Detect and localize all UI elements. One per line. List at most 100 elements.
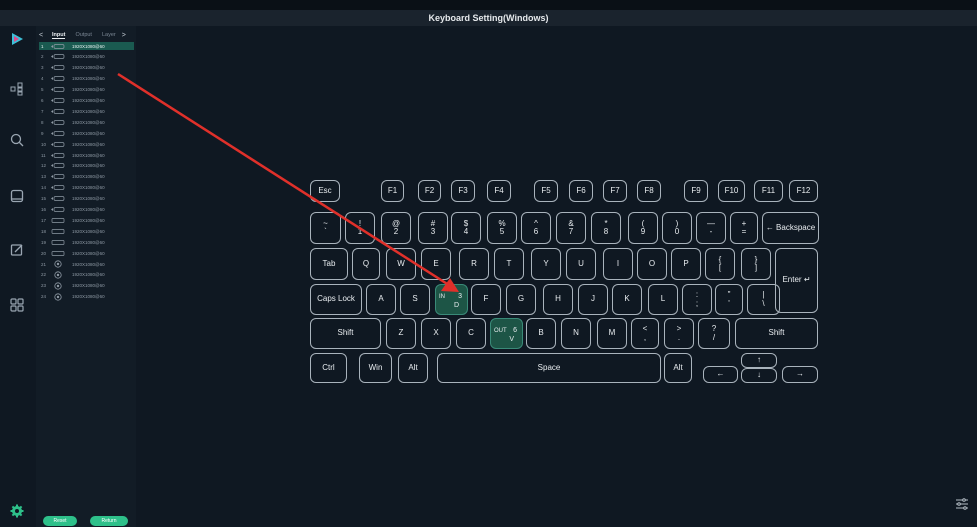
key-label: 6 [533,227,539,236]
key-t[interactable]: T [494,248,524,280]
key-f5[interactable]: F5 [534,180,558,202]
mapped-key-d[interactable]: IN 3 D [435,284,468,315]
key-f1[interactable]: F1 [381,180,404,202]
key-label: 4 [463,227,469,236]
key-g[interactable]: G [506,284,536,315]
key-tag: IN [439,294,445,300]
key-k[interactable]: K [612,284,642,315]
key-sym[interactable]: | \ [747,284,780,315]
key-label: / [712,332,716,342]
key-1[interactable]: ! 1 [345,212,375,244]
key-sym[interactable]: }] [741,248,771,280]
key-sym[interactable]: >. [664,318,694,349]
key-letter: D [453,301,459,309]
key-esc[interactable]: Esc [310,180,340,202]
key-shift[interactable]: Shift [310,318,381,349]
key-f12[interactable]: F12 [789,180,818,202]
key-label: 3 [430,227,436,236]
key-label: ; [695,298,699,308]
key-c[interactable]: C [456,318,486,349]
keyboard: Esc F1 F2 F3 F4 F5 F6 F7 F8 F9 F10 F11 F12 ~ `! 1 @2 #3 $4… [0,0,977,527]
key-h[interactable]: H [543,284,573,315]
key-num: 6 [513,327,517,334]
key-7[interactable]: & 7 [556,212,586,244]
key-f10[interactable]: F10 [718,180,745,202]
key-sym[interactable]: ↑ [741,353,777,368]
key-x[interactable]: X [421,318,451,349]
key-2[interactable]: @2 [381,212,411,244]
key-f9[interactable]: F9 [684,180,708,202]
key-alt[interactable]: Alt [664,353,692,383]
key-sym[interactable]: :; [682,284,712,315]
key-label: ] [754,263,758,272]
key-label: 1 [357,227,363,236]
key-j[interactable]: J [578,284,608,315]
key-label: 5 [499,227,505,236]
key-f4[interactable]: F4 [487,180,511,202]
key-q[interactable]: Q [352,248,380,280]
key-space[interactable]: Space [437,353,661,383]
key-sym[interactable]: <, [631,318,659,349]
key-shift[interactable]: Shift [735,318,818,349]
key-sym[interactable]: + = [730,212,758,244]
key-label: ` [324,227,327,236]
key-f3[interactable]: F3 [451,180,475,202]
key-f6[interactable]: F6 [569,180,593,202]
key-6[interactable]: ^ 6 [521,212,551,244]
key-label: [ [718,263,722,272]
key-3[interactable]: #3 [418,212,448,244]
key-u[interactable]: U [566,248,596,280]
key-sym[interactable]: — - [696,212,726,244]
key-backspace[interactable]: ← Backspace [762,212,819,244]
key-label: - [709,227,713,236]
key-caps-lock[interactable]: Caps Lock [310,284,362,315]
key-a[interactable]: A [366,284,396,315]
key-sym[interactable]: ← [703,366,738,383]
key-n[interactable]: N [561,318,591,349]
key-ctrl[interactable]: Ctrl [310,353,347,383]
key-sym[interactable]: ? / [698,318,730,349]
key-sym[interactable]: ~ ` [310,212,341,244]
key-0[interactable]: ) 0 [662,212,692,244]
key-b[interactable]: B [526,318,556,349]
key-9[interactable]: (9 [628,212,658,244]
key-num: 3 [458,293,462,300]
key-l[interactable]: L [648,284,678,315]
key-label: 0 [674,227,680,236]
key-label: , [643,332,647,342]
key-label: \ [762,298,765,308]
key-label: 9 [640,227,646,236]
key-i[interactable]: I [603,248,633,280]
key-f11[interactable]: F11 [754,180,783,202]
key-sym[interactable]: ↓ [741,368,777,383]
key-w[interactable]: W [386,248,416,280]
key-win[interactable]: Win [359,353,392,383]
key-o[interactable]: O [637,248,667,280]
key-z[interactable]: Z [386,318,416,349]
key-f[interactable]: F [471,284,501,315]
key-tab[interactable]: Tab [310,248,348,280]
key-label: 7 [568,227,574,236]
key-sym[interactable]: " ' [715,284,743,315]
key-sym[interactable]: {[ [705,248,735,280]
key-f8[interactable]: F8 [637,180,661,202]
key-label: ' [728,298,730,308]
key-s[interactable]: S [400,284,430,315]
key-4[interactable]: $4 [451,212,481,244]
key-sym[interactable]: → [782,366,818,383]
key-5[interactable]: % 5 [487,212,517,244]
key-f7[interactable]: F7 [603,180,627,202]
key-m[interactable]: M [597,318,627,349]
key-f2[interactable]: F2 [418,180,441,202]
key-alt[interactable]: Alt [398,353,428,383]
sliders-icon[interactable] [955,497,969,511]
key-8[interactable]: * 8 [591,212,621,244]
mapped-key-v[interactable]: OUT 6 V [490,318,523,349]
key-y[interactable]: Y [531,248,561,280]
key-label: 8 [603,227,609,236]
key-letter: V [509,335,514,343]
key-e[interactable]: E [421,248,451,280]
key-enter[interactable]: Enter ↵ [775,248,818,313]
key-r[interactable]: R [459,248,489,280]
key-p[interactable]: P [671,248,701,280]
